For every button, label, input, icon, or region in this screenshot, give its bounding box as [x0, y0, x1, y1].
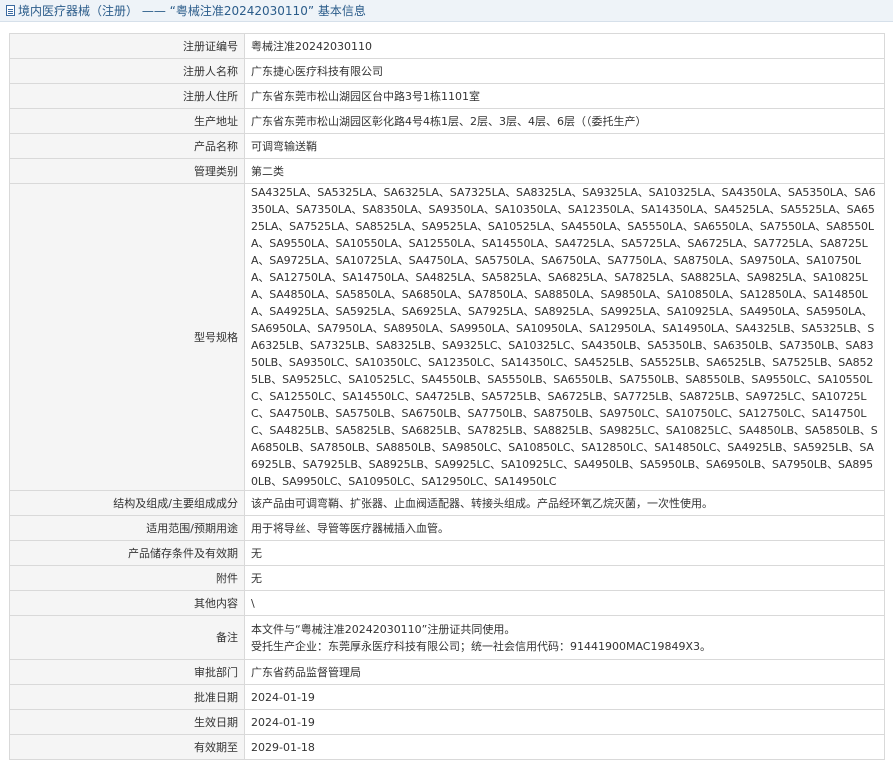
field-value-storage-validity: 无 — [244, 540, 885, 566]
field-value-valid-until: 2029-01-18 — [244, 734, 885, 760]
field-label-storage-validity: 产品储存条件及有效期 — [9, 540, 245, 566]
table-row: 型号规格 SA4325LA、SA5325LA、SA6325LA、SA7325LA… — [9, 183, 885, 491]
page-title: 境内医疗器械（注册） —— “粤械注准20242030110” 基本信息 — [18, 4, 366, 18]
table-row: 其他内容 \ — [9, 590, 885, 616]
field-value-approval-department: 广东省药品监督管理局 — [244, 659, 885, 685]
field-label-attachment: 附件 — [9, 565, 245, 591]
field-value-management-class: 第二类 — [244, 158, 885, 184]
remarks-line-1: 本文件与“粤械注准20242030110”注册证共同使用。 — [251, 622, 516, 636]
field-value-registrant-name: 广东捷心医疗科技有限公司 — [244, 58, 885, 84]
field-value-other-content: \ — [244, 590, 885, 616]
table-row: 批准日期 2024-01-19 — [9, 684, 885, 710]
document-icon — [6, 5, 15, 16]
table-row: 注册证编号 粤械注准20242030110 — [9, 33, 885, 59]
remarks-line-2: 受托生产企业：东莞厚永医疗科技有限公司；统一社会信用代码：91441900MAC… — [251, 639, 712, 653]
field-label-model-spec: 型号规格 — [9, 183, 245, 491]
table-row: 注册人住所 广东省东莞市松山湖园区台中路3号1栋1101室 — [9, 83, 885, 109]
field-value-remarks: 本文件与“粤械注准20242030110”注册证共同使用。 受托生产企业：东莞厚… — [244, 615, 885, 660]
table-row: 附件 无 — [9, 565, 885, 591]
field-label-approval-department: 审批部门 — [9, 659, 245, 685]
field-label-intended-use: 适用范围/预期用途 — [9, 515, 245, 541]
field-value-registration-number: 粤械注准20242030110 — [244, 33, 885, 59]
field-label-registrant-name: 注册人名称 — [9, 58, 245, 84]
table-row: 备注 本文件与“粤械注准20242030110”注册证共同使用。 受托生产企业：… — [9, 615, 885, 660]
field-value-attachment: 无 — [244, 565, 885, 591]
field-label-registrant-address: 注册人住所 — [9, 83, 245, 109]
table-row: 管理类别 第二类 — [9, 158, 885, 184]
field-value-intended-use: 用于将导丝、导管等医疗器械插入血管。 — [244, 515, 885, 541]
table-row: 生产地址 广东省东莞市松山湖园区彰化路4号4栋1层、2层、3层、4层、6层（（委… — [9, 108, 885, 134]
field-value-production-address: 广东省东莞市松山湖园区彰化路4号4栋1层、2层、3层、4层、6层（（委托生产） — [244, 108, 885, 134]
field-label-approval-date: 批准日期 — [9, 684, 245, 710]
page-header: 境内医疗器械（注册） —— “粤械注准20242030110” 基本信息 — [0, 0, 893, 22]
info-table: 注册证编号 粤械注准20242030110 注册人名称 广东捷心医疗科技有限公司… — [9, 33, 885, 760]
table-row: 注册人名称 广东捷心医疗科技有限公司 — [9, 58, 885, 84]
field-label-production-address: 生产地址 — [9, 108, 245, 134]
table-row: 产品储存条件及有效期 无 — [9, 540, 885, 566]
table-row: 生效日期 2024-01-19 — [9, 709, 885, 735]
field-value-product-name: 可调弯输送鞘 — [244, 133, 885, 159]
field-value-structure-composition: 该产品由可调弯鞘、扩张器、止血阀适配器、转接头组成。产品经环氧乙烷灭菌，一次性使… — [244, 490, 885, 516]
field-label-product-name: 产品名称 — [9, 133, 245, 159]
field-label-effective-date: 生效日期 — [9, 709, 245, 735]
table-row: 有效期至 2029-01-18 — [9, 734, 885, 760]
field-value-effective-date: 2024-01-19 — [244, 709, 885, 735]
table-row: 结构及组成/主要组成成分 该产品由可调弯鞘、扩张器、止血阀适配器、转接头组成。产… — [9, 490, 885, 516]
field-value-registrant-address: 广东省东莞市松山湖园区台中路3号1栋1101室 — [244, 83, 885, 109]
field-label-valid-until: 有效期至 — [9, 734, 245, 760]
field-label-structure-composition: 结构及组成/主要组成成分 — [9, 490, 245, 516]
field-value-approval-date: 2024-01-19 — [244, 684, 885, 710]
field-label-other-content: 其他内容 — [9, 590, 245, 616]
field-label-registration-number: 注册证编号 — [9, 33, 245, 59]
table-row: 审批部门 广东省药品监督管理局 — [9, 659, 885, 685]
field-label-remarks: 备注 — [9, 615, 245, 660]
field-label-management-class: 管理类别 — [9, 158, 245, 184]
table-row: 适用范围/预期用途 用于将导丝、导管等医疗器械插入血管。 — [9, 515, 885, 541]
field-value-model-spec: SA4325LA、SA5325LA、SA6325LA、SA7325LA、SA83… — [244, 183, 885, 491]
table-row: 产品名称 可调弯输送鞘 — [9, 133, 885, 159]
